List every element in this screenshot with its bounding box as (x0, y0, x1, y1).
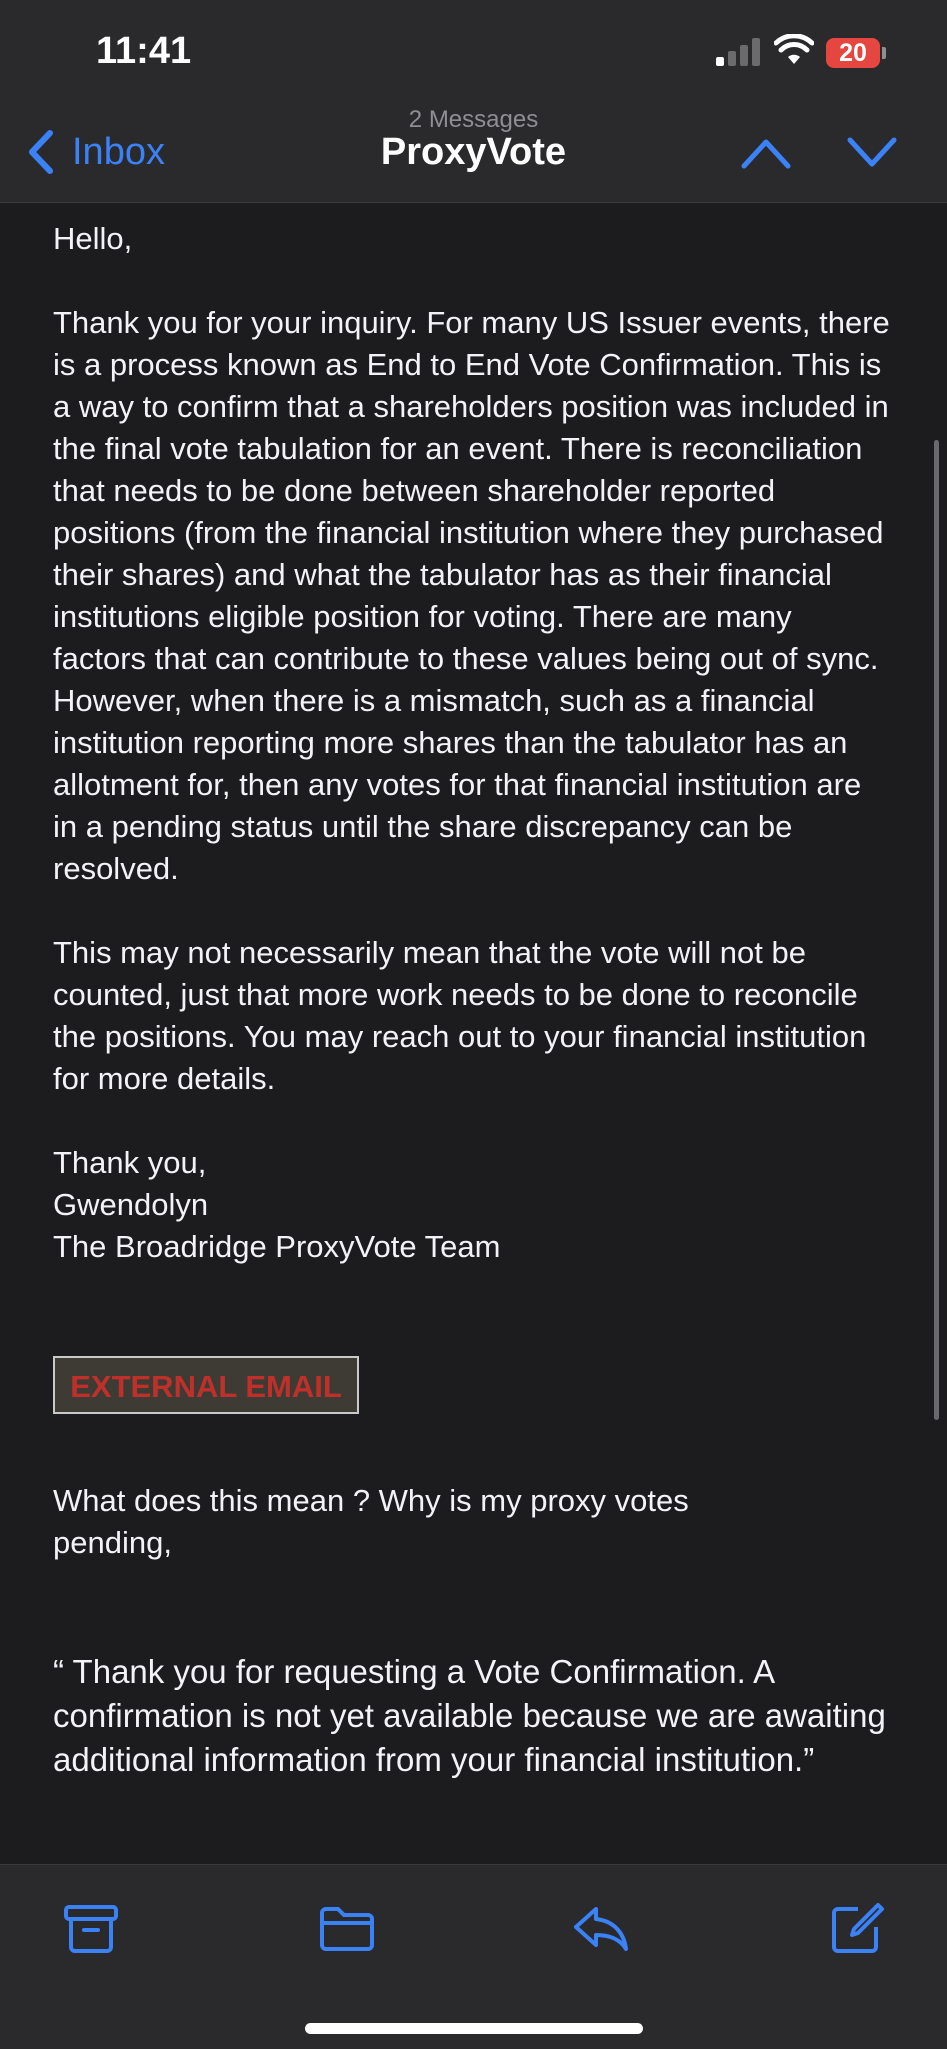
message-count: 2 Messages (408, 106, 539, 133)
signature-name: Gwendolyn (53, 1187, 209, 1222)
greeting: Hello, (53, 221, 133, 256)
cellular-signal-icon (716, 38, 762, 66)
scrollbar[interactable] (934, 440, 939, 1420)
reply-icon[interactable] (572, 1901, 630, 1955)
previous-message-button[interactable] (740, 136, 792, 170)
quoted-message: “ Thank you for requesting a Vote Confir… (53, 1653, 886, 1778)
next-message-button[interactable] (846, 136, 898, 170)
battery-icon: 20 (826, 38, 880, 68)
signature-team: The Broadridge ProxyVote Team (53, 1229, 501, 1264)
status-time: 11:41 (96, 30, 192, 72)
top-bar: 11:41 20 Inbox 2 Messages ProxyVote (0, 0, 947, 203)
archive-icon[interactable] (62, 1901, 120, 1955)
battery-nub (882, 47, 886, 59)
quoted-question: What does this mean ? Why is my proxy vo… (53, 1483, 689, 1560)
wifi-icon (774, 34, 814, 64)
body-paragraph-1: Thank you for your inquiry. For many US … (53, 305, 890, 886)
body-paragraph-2: This may not necessarily mean that the v… (53, 935, 867, 1096)
compose-icon[interactable] (828, 1901, 886, 1955)
thread-title: ProxyVote (380, 131, 567, 173)
bottom-toolbar (0, 1864, 947, 2049)
home-indicator (305, 2023, 643, 2034)
external-email-badge: EXTERNAL EMAIL (53, 1356, 359, 1414)
folder-icon[interactable] (318, 1901, 376, 1955)
email-body: Hello, Thank you for your inquiry. For m… (53, 218, 893, 1268)
signoff: Thank you, (53, 1145, 207, 1180)
